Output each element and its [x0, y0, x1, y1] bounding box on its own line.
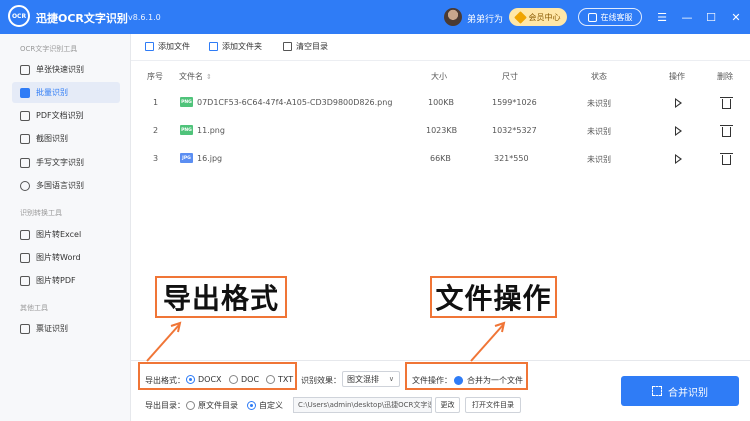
export-format-arrow — [146, 324, 180, 362]
callout-arrows — [146, 321, 506, 362]
file-operation-arrow — [470, 324, 504, 362]
